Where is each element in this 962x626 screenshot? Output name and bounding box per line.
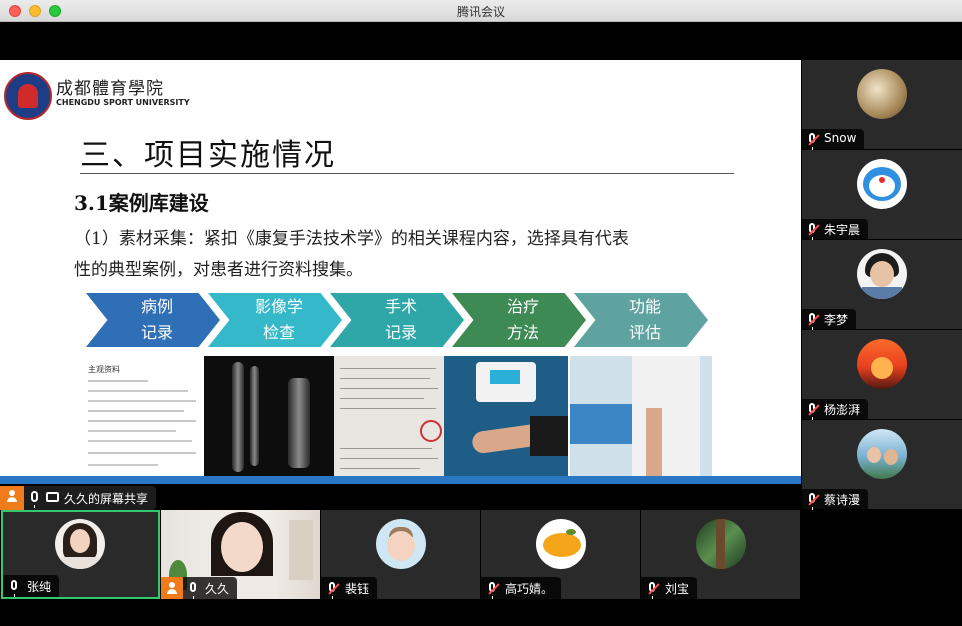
avatar bbox=[857, 339, 907, 389]
participant-name: Snow bbox=[824, 131, 857, 145]
participant-name: 久久 bbox=[205, 582, 230, 596]
participant-name-tag: 张纯 bbox=[3, 575, 60, 597]
participant-name-tag: 刘宝 bbox=[641, 577, 698, 599]
university-logo bbox=[4, 72, 52, 120]
participant-tile-snow[interactable]: Snow bbox=[802, 60, 962, 150]
mic-muted-icon bbox=[809, 403, 815, 420]
participant-name-tag: 高巧婧。 bbox=[481, 577, 562, 599]
participant-name: 张纯 bbox=[27, 580, 52, 594]
participant-name-tag: 久久 bbox=[183, 577, 238, 599]
body-line-1: （1）素材采集：紧扣《康复手法技术学》的相关课程内容，选择具有代表 bbox=[74, 229, 629, 249]
mic-muted-icon bbox=[329, 582, 335, 599]
presenter-badge bbox=[0, 486, 24, 510]
mic-muted-icon bbox=[649, 582, 655, 599]
avatar bbox=[857, 69, 907, 119]
slide-body-text: （1）素材采集：紧扣《康复手法技术学》的相关课程内容，选择具有代表 性的典型案例… bbox=[74, 224, 734, 286]
flow-step-3-line2: 记录 bbox=[384, 323, 417, 342]
flow-step-2-line1: 影像学 bbox=[254, 297, 303, 316]
avatar bbox=[696, 519, 746, 569]
participant-name-tag: 李梦 bbox=[802, 309, 857, 330]
slide-footer-bar bbox=[0, 476, 801, 484]
participant-name: 裴钰 bbox=[345, 582, 370, 596]
mic-muted-icon bbox=[809, 133, 815, 150]
participant-tile-pei-yu[interactable]: 裴钰 bbox=[321, 510, 480, 599]
flow-step-5: 功能 评估 bbox=[574, 293, 708, 347]
flow-step-1: 病例 记录 bbox=[86, 293, 220, 347]
university-name-cn: 成都體育學院 bbox=[56, 79, 164, 99]
participant-name-tag: 杨澎湃 bbox=[802, 399, 869, 420]
avatar bbox=[55, 519, 105, 569]
avatar bbox=[857, 249, 907, 299]
title-divider bbox=[80, 173, 734, 174]
flow-step-3-line1: 手术 bbox=[384, 297, 417, 316]
mic-muted-icon bbox=[489, 582, 495, 599]
screen-share-label: 久久的屏幕共享 bbox=[64, 492, 149, 506]
flow-step-4: 治疗 方法 bbox=[452, 293, 586, 347]
mic-muted-icon bbox=[809, 313, 815, 330]
person-icon bbox=[7, 490, 17, 502]
record-title: 主观资料 bbox=[88, 365, 120, 374]
body-line-2: 性的典型案例，对患者进行资料搜集。 bbox=[74, 260, 363, 280]
flow-step-1-line2: 记录 bbox=[140, 323, 173, 342]
participant-tile-yang-pengpai[interactable]: 杨澎湃 bbox=[802, 330, 962, 420]
mic-muted-icon bbox=[809, 493, 815, 510]
window-titlebar: 腾讯会议 bbox=[0, 0, 962, 22]
participant-name: 李梦 bbox=[824, 313, 849, 327]
participant-name: 蔡诗漫 bbox=[824, 493, 861, 507]
therapy-device bbox=[476, 362, 536, 402]
case-photos: 主观资料 bbox=[80, 356, 712, 478]
mic-icon bbox=[31, 491, 38, 508]
process-flow: 病例 记录 影像学 检查 手术 记录 治疗 方法 功能 评估 bbox=[86, 293, 726, 349]
flow-step-5-line1: 功能 bbox=[628, 297, 661, 316]
assessment-image bbox=[570, 356, 712, 478]
participant-name-tag: Snow bbox=[802, 129, 865, 150]
flow-step-4-line2: 方法 bbox=[506, 323, 539, 342]
flow-step-1-line1: 病例 bbox=[140, 297, 173, 316]
slide-title: 三、项目实施情况 bbox=[80, 138, 336, 173]
shared-slide: 成都體育學院 CHENGDU SPORT UNIVERSITY 三、项目实施情况… bbox=[0, 60, 801, 484]
presenter-badge bbox=[161, 577, 183, 599]
participant-tile-cai-shiman[interactable]: 蔡诗漫 bbox=[802, 420, 962, 510]
avatar bbox=[857, 429, 907, 479]
participant-name-tag: 朱宇晨 bbox=[802, 219, 869, 240]
surgery-record-image bbox=[334, 356, 444, 478]
flow-step-3: 手术 记录 bbox=[330, 293, 464, 347]
avatar bbox=[536, 519, 586, 569]
mic-icon bbox=[11, 580, 17, 597]
participant-tile-zhang-chun[interactable]: 张纯 bbox=[1, 510, 160, 599]
medical-record-image: 主观资料 bbox=[80, 356, 204, 478]
participant-name: 朱宇晨 bbox=[824, 223, 861, 237]
participant-tile-zhu-yuchen[interactable]: 朱宇晨 bbox=[802, 150, 962, 240]
person-icon bbox=[167, 582, 177, 594]
red-stamp bbox=[420, 420, 442, 442]
flow-step-2-line2: 检查 bbox=[262, 323, 295, 342]
screen-share-icon bbox=[46, 492, 59, 502]
participant-name: 高巧婧。 bbox=[505, 582, 554, 596]
flow-step-2: 影像学 检查 bbox=[208, 293, 342, 347]
avatar bbox=[857, 159, 907, 209]
participant-tile-gao-qiaojing[interactable]: 高巧婧。 bbox=[481, 510, 640, 599]
xray-image bbox=[204, 356, 334, 478]
treatment-image bbox=[444, 356, 568, 478]
participant-tile-li-meng[interactable]: 李梦 bbox=[802, 240, 962, 330]
participant-tile-jiujiu-video[interactable]: 久久 bbox=[161, 510, 320, 599]
avatar bbox=[376, 519, 426, 569]
window-title: 腾讯会议 bbox=[456, 5, 505, 19]
mic-icon bbox=[190, 582, 196, 599]
flow-step-5-line2: 评估 bbox=[628, 323, 661, 342]
section-heading: 3.1案例库建设 bbox=[74, 191, 209, 215]
participant-tile-liu-bao[interactable]: 刘宝 bbox=[641, 510, 800, 599]
participant-name: 刘宝 bbox=[665, 582, 690, 596]
participant-name-tag: 蔡诗漫 bbox=[802, 489, 869, 510]
flow-step-4-line1: 治疗 bbox=[506, 297, 539, 316]
university-name-en: CHENGDU SPORT UNIVERSITY bbox=[56, 98, 190, 107]
screen-share-indicator[interactable]: 久久的屏幕共享 bbox=[0, 486, 156, 510]
participant-name: 杨澎湃 bbox=[824, 403, 861, 417]
mic-muted-icon bbox=[809, 223, 815, 240]
participant-name-tag: 裴钰 bbox=[321, 577, 378, 599]
